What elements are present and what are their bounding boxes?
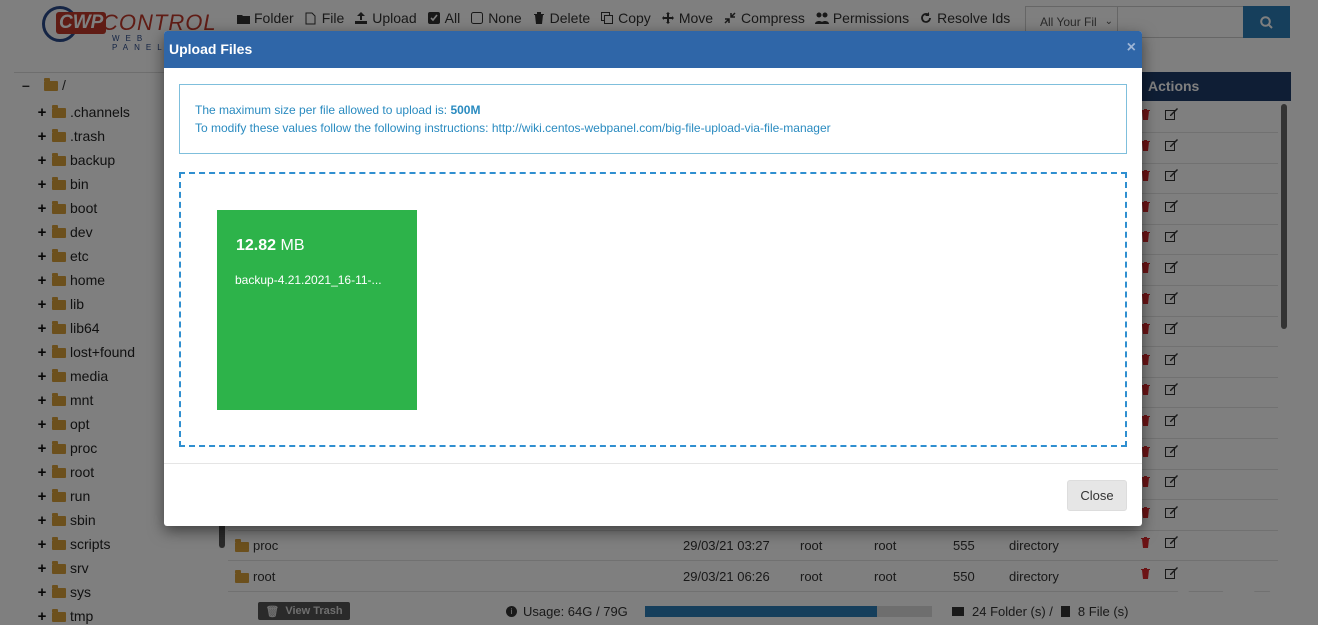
max-size-value: 500M <box>450 103 481 117</box>
file-size-unit: MB <box>280 237 305 254</box>
close-button[interactable]: Close <box>1067 480 1127 511</box>
info-line-instructions: To modify these values follow the follow… <box>195 119 1111 137</box>
upload-files-dialog: Upload Files × The maximum size per file… <box>164 31 1142 526</box>
file-size-value: 12.82 <box>236 237 277 254</box>
instructions-text: To modify these values follow the follow… <box>195 121 492 135</box>
max-size-text: The maximum size per file allowed to upl… <box>195 103 451 117</box>
close-icon[interactable]: × <box>1127 39 1136 57</box>
info-line-max-size: The maximum size per file allowed to upl… <box>195 101 1111 119</box>
dialog-footer: Close <box>164 463 1142 526</box>
dialog-header: Upload Files × <box>164 31 1142 68</box>
upload-drop-zone[interactable]: 12.82 MB backup-4.21.2021_16-11-... <box>179 172 1127 447</box>
file-size: 12.82 MB <box>236 237 305 255</box>
upload-limit-info: The maximum size per file allowed to upl… <box>179 84 1127 154</box>
file-name: backup-4.21.2021_16-11-... <box>235 273 382 287</box>
dialog-title: Upload Files <box>169 41 253 57</box>
uploaded-file-preview[interactable]: 12.82 MB backup-4.21.2021_16-11-... <box>217 210 417 410</box>
instructions-link[interactable]: http://wiki.centos-webpanel.com/big-file… <box>492 121 831 135</box>
